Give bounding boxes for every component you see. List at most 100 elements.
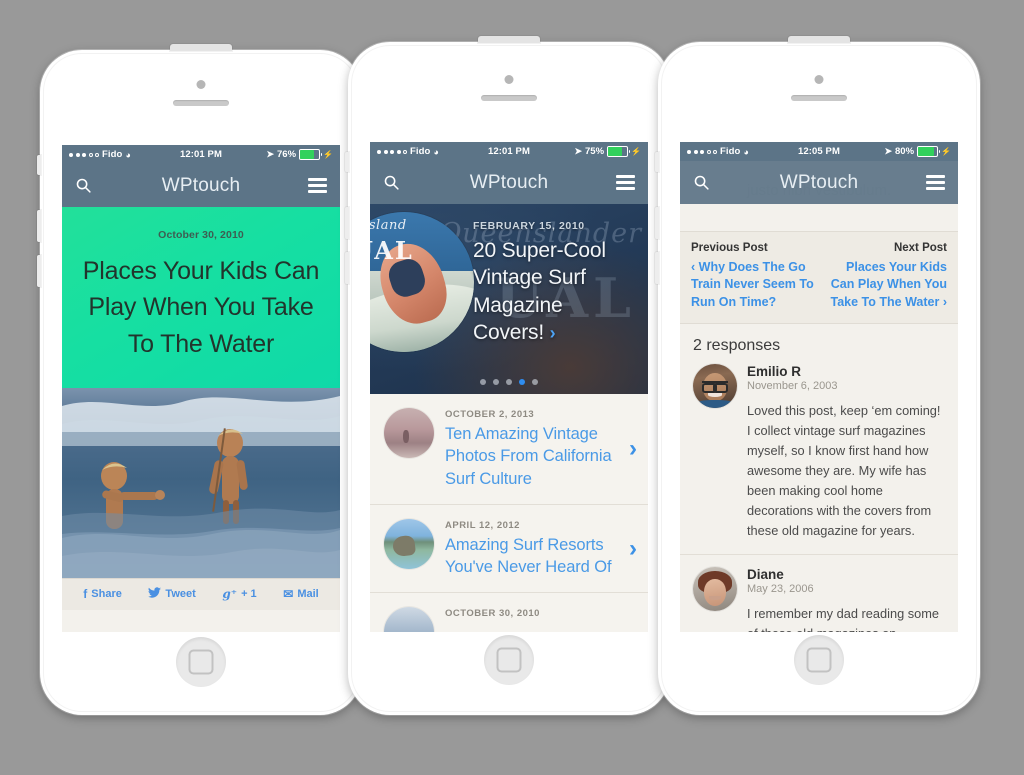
slide-caption: FEBRUARY 15, 2010 20 Super-Cool Vintage …: [473, 220, 638, 346]
list-item[interactable]: APRIL 12, 2012 Amazing Surf Resorts You'…: [370, 505, 648, 594]
content-gap: [680, 204, 958, 231]
share-facebook-label: Share: [91, 588, 122, 601]
status-bar-1: Fido ◕ 12:01 PM ➤ 76% ⚡: [62, 145, 340, 164]
responses-heading: 2 responses: [693, 336, 781, 354]
previous-post-heading: Previous Post: [691, 242, 768, 254]
comment-author: Diane: [747, 567, 784, 583]
comment-author: Emilio R: [747, 363, 802, 379]
post-thumbnail: [384, 408, 434, 458]
location-arrow-icon: ➤: [266, 149, 275, 159]
social-share-bar: f Share Tweet g⁺ + 1 ✉ Mail: [62, 577, 340, 610]
power-button-2[interactable]: [478, 36, 540, 43]
list-item[interactable]: OCTOBER 2, 2013 Ten Amazing Vintage Phot…: [370, 394, 648, 505]
home-button-2[interactable]: [484, 635, 534, 685]
earpiece-speaker-3: [791, 95, 847, 101]
content-spacer-1: [62, 609, 340, 624]
comment-text: Loved this post, keep ‘em coming! I coll…: [747, 402, 941, 539]
slider-dot[interactable]: [493, 379, 499, 385]
hamburger-menu-icon[interactable]: [616, 175, 635, 190]
previous-post-link[interactable]: ‹ Why Does The Go Train Never Seem To Ru…: [691, 259, 814, 311]
post-title: Amazing Surf Resorts You've Never Heard …: [445, 535, 612, 577]
post-date: APRIL 12, 2012: [445, 519, 520, 531]
share-googleplus-button[interactable]: g⁺ + 1: [222, 587, 256, 601]
volume-down-button-3[interactable]: [655, 252, 659, 284]
comment-item: Diane May 23, 2006 I remember my dad rea…: [680, 567, 958, 632]
avatar: [693, 567, 737, 612]
post-content: APRIL 12, 2012 Amazing Surf Resorts You'…: [445, 519, 616, 579]
power-button-3[interactable]: [788, 36, 850, 43]
phone-screen-2: Fido ◕ 12:01 PM ➤ 75% ⚡ WPtouch Queensla…: [370, 142, 648, 632]
twitter-icon: [148, 587, 162, 601]
post-title: Ten Amazing Vintage Photos From Californ…: [445, 425, 612, 488]
next-post-link[interactable]: Places Your Kids Can Play When You Take …: [824, 259, 947, 311]
comment-text: I remember my dad reading some of these …: [747, 606, 940, 632]
battery-icon: [917, 146, 941, 157]
share-mail-button[interactable]: ✉ Mail: [283, 587, 318, 601]
home-button-1[interactable]: [176, 637, 226, 687]
facebook-icon: f: [83, 587, 88, 602]
app-title-1: WPtouch: [161, 174, 241, 196]
home-button-3[interactable]: [794, 635, 844, 685]
chevron-left-icon: ‹: [691, 260, 696, 274]
share-twitter-button[interactable]: Tweet: [148, 587, 196, 601]
volume-up-button-2[interactable]: [345, 207, 349, 239]
slider-pagination-dots[interactable]: [370, 379, 648, 385]
screenshot-stage: Fido ◕ 12:01 PM ➤ 76% ⚡ WPtouch October …: [0, 0, 1024, 775]
cover-text-line-1: nsland: [370, 218, 407, 233]
avatar: [693, 363, 737, 408]
chevron-right-icon[interactable]: ›: [627, 535, 637, 563]
slider-dot[interactable]: [480, 379, 486, 385]
ocean-children-illustration: [62, 387, 340, 578]
search-icon[interactable]: [693, 174, 710, 191]
slide-chevron-icon[interactable]: ›: [550, 323, 556, 343]
cover-artwork: [370, 212, 474, 352]
phone-screen-1: Fido ◕ 12:01 PM ➤ 76% ⚡ WPtouch October …: [62, 145, 340, 632]
mail-icon: ✉: [283, 587, 294, 602]
location-arrow-icon: ➤: [884, 146, 893, 156]
front-camera-2: [504, 75, 514, 84]
earpiece-speaker-2: [481, 95, 537, 101]
slider-dot[interactable]: [506, 379, 512, 385]
status-bar-2: Fido ◕ 12:01 PM ➤ 75% ⚡: [370, 142, 648, 161]
share-twitter-label: Tweet: [165, 588, 196, 601]
battery-icon: [299, 149, 323, 160]
previous-post-title: Why Does The Go Train Never Seem To Run …: [691, 260, 814, 309]
home-square-icon: [496, 647, 522, 673]
post-content: OCTOBER 30, 2010: [445, 607, 637, 622]
chevron-right-icon[interactable]: ›: [627, 435, 637, 463]
search-icon[interactable]: [383, 174, 400, 191]
volume-up-button-3[interactable]: [655, 207, 659, 239]
phone-screen-3: Fido ◕ 12:05 PM ➤ 80% ⚡ justo nibh vesti…: [680, 142, 958, 632]
next-post-title: Places Your Kids Can Play When You Take …: [830, 260, 947, 309]
list-item[interactable]: OCTOBER 30, 2010: [370, 593, 648, 632]
comment-item: Emilio R November 6, 2003 Loved this pos…: [680, 363, 958, 556]
volume-down-button-2[interactable]: [345, 252, 349, 284]
slide-title: 20 Super-Cool Vintage Surf Magazine Cove…: [473, 237, 638, 346]
status-bar-3: Fido ◕ 12:05 PM ➤ 80% ⚡: [680, 142, 958, 161]
share-mail-label: Mail: [297, 588, 319, 601]
hero-title: Places Your Kids Can Play When You Take …: [82, 257, 320, 358]
mute-switch-3[interactable]: [655, 152, 659, 172]
hero-banner[interactable]: October 30, 2010 Places Your Kids Can Pl…: [62, 207, 340, 388]
phone-device-1: Fido ◕ 12:01 PM ➤ 76% ⚡ WPtouch October …: [37, 44, 365, 715]
volume-down-button-1[interactable]: [37, 255, 41, 287]
mute-switch-2[interactable]: [345, 152, 349, 172]
post-content: OCTOBER 2, 2013 Ten Amazing Vintage Phot…: [445, 408, 616, 490]
mute-switch-1[interactable]: [37, 155, 41, 175]
volume-up-button-1[interactable]: [37, 210, 41, 242]
location-arrow-icon: ➤: [574, 146, 583, 156]
hamburger-menu-icon[interactable]: [926, 175, 945, 190]
slider-dot-active[interactable]: [519, 379, 525, 385]
hamburger-menu-icon[interactable]: [308, 178, 327, 193]
navbar-wrapper-3: justo nibh vestibulum. WPtouch: [680, 161, 958, 204]
post-list: OCTOBER 2, 2013 Ten Amazing Vintage Phot…: [370, 394, 648, 632]
slider-dot[interactable]: [532, 379, 538, 385]
featured-slider[interactable]: Queenslander UAL nsland UAL FEBRUARY 15,…: [370, 204, 648, 394]
hero-date: October 30, 2010: [158, 229, 244, 241]
comment-body: Diane May 23, 2006 I remember my dad rea…: [747, 567, 945, 632]
search-icon[interactable]: [75, 177, 92, 194]
slide-title-text: 20 Super-Cool Vintage Surf Magazine Cove…: [473, 239, 606, 344]
app-navbar-1: WPtouch: [62, 164, 340, 207]
power-button-1[interactable]: [170, 44, 232, 51]
share-facebook-button[interactable]: f Share: [83, 587, 122, 601]
